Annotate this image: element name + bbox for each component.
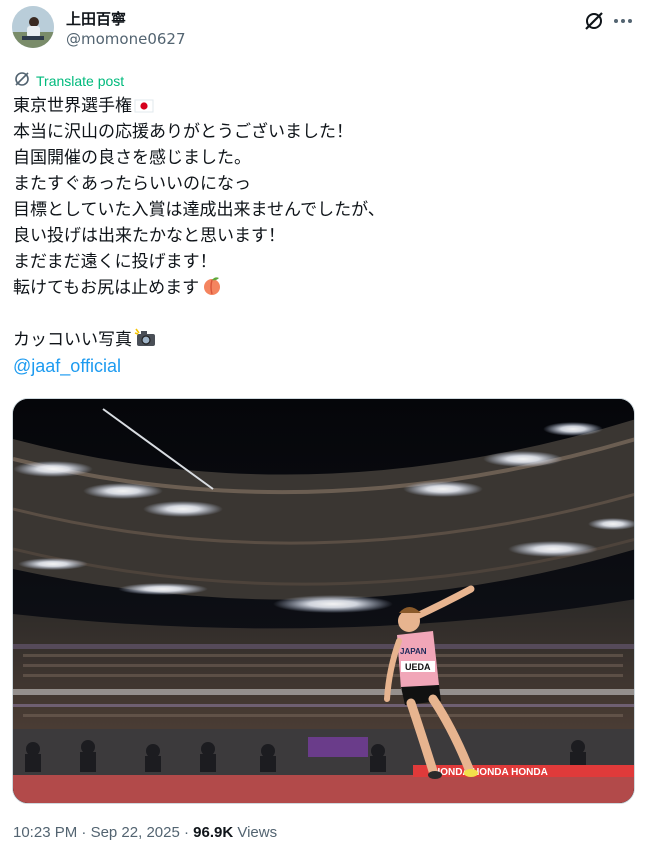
translate-icon [14, 71, 30, 91]
post-line: 転けてもお尻は止めます [13, 275, 633, 301]
post-line: 東京世界選手権 [13, 93, 633, 119]
translate-post-link[interactable]: Translate post [14, 72, 124, 90]
avatar[interactable] [12, 6, 54, 48]
post-line-blank [13, 301, 633, 327]
views-label: Views [237, 824, 278, 841]
post-line: またすぐあったらいいのになっ [13, 174, 251, 194]
post-line: カッコいい写真 [13, 327, 633, 353]
author-handle[interactable]: @momone0627 [66, 30, 186, 48]
more-icon[interactable] [611, 10, 635, 32]
post-photo[interactable]: HONDA HONDA HONDA JAPAN UEDA [12, 398, 635, 804]
bib-name: UEDA [405, 662, 431, 672]
post-date[interactable]: Sep 22, 2025 [91, 824, 180, 841]
post-line: 目標としていた入賞は達成出来ませんでしたが、 [13, 200, 385, 220]
meta-separator: · [183, 824, 189, 841]
meta-separator: · [81, 824, 87, 841]
grok-icon[interactable] [583, 10, 605, 32]
author-name[interactable]: 上田百寧 [66, 8, 126, 29]
post-line: まだまだ遠くに投げます！ [13, 252, 217, 272]
camera-flash-icon [134, 328, 158, 356]
views-count: 96.9K [193, 824, 234, 841]
post-time[interactable]: 10:23 PM [13, 824, 77, 841]
translate-label[interactable]: Translate post [36, 73, 124, 89]
mention-link[interactable]: @jaaf_official [13, 356, 121, 376]
post-header: 上田百寧 @momone0627 [12, 6, 635, 58]
post-line: 本当に沢山の応援ありがとうございました！ [13, 122, 353, 142]
post-text: 東京世界選手権 本当に沢山の応援ありがとうございました！ 自国開催の良さを感じま… [13, 93, 633, 379]
bib-country: JAPAN [400, 647, 427, 656]
banner-text: HONDA HONDA HONDA [433, 767, 548, 778]
post-line: 良い投げは出来たかなと思います！ [13, 226, 285, 246]
post-meta: 10:23 PM · Sep 22, 2025 · 96.9K Views [13, 824, 277, 841]
peach-icon [201, 276, 223, 304]
post-line: 自国開催の良さを感じました。 [13, 148, 251, 168]
